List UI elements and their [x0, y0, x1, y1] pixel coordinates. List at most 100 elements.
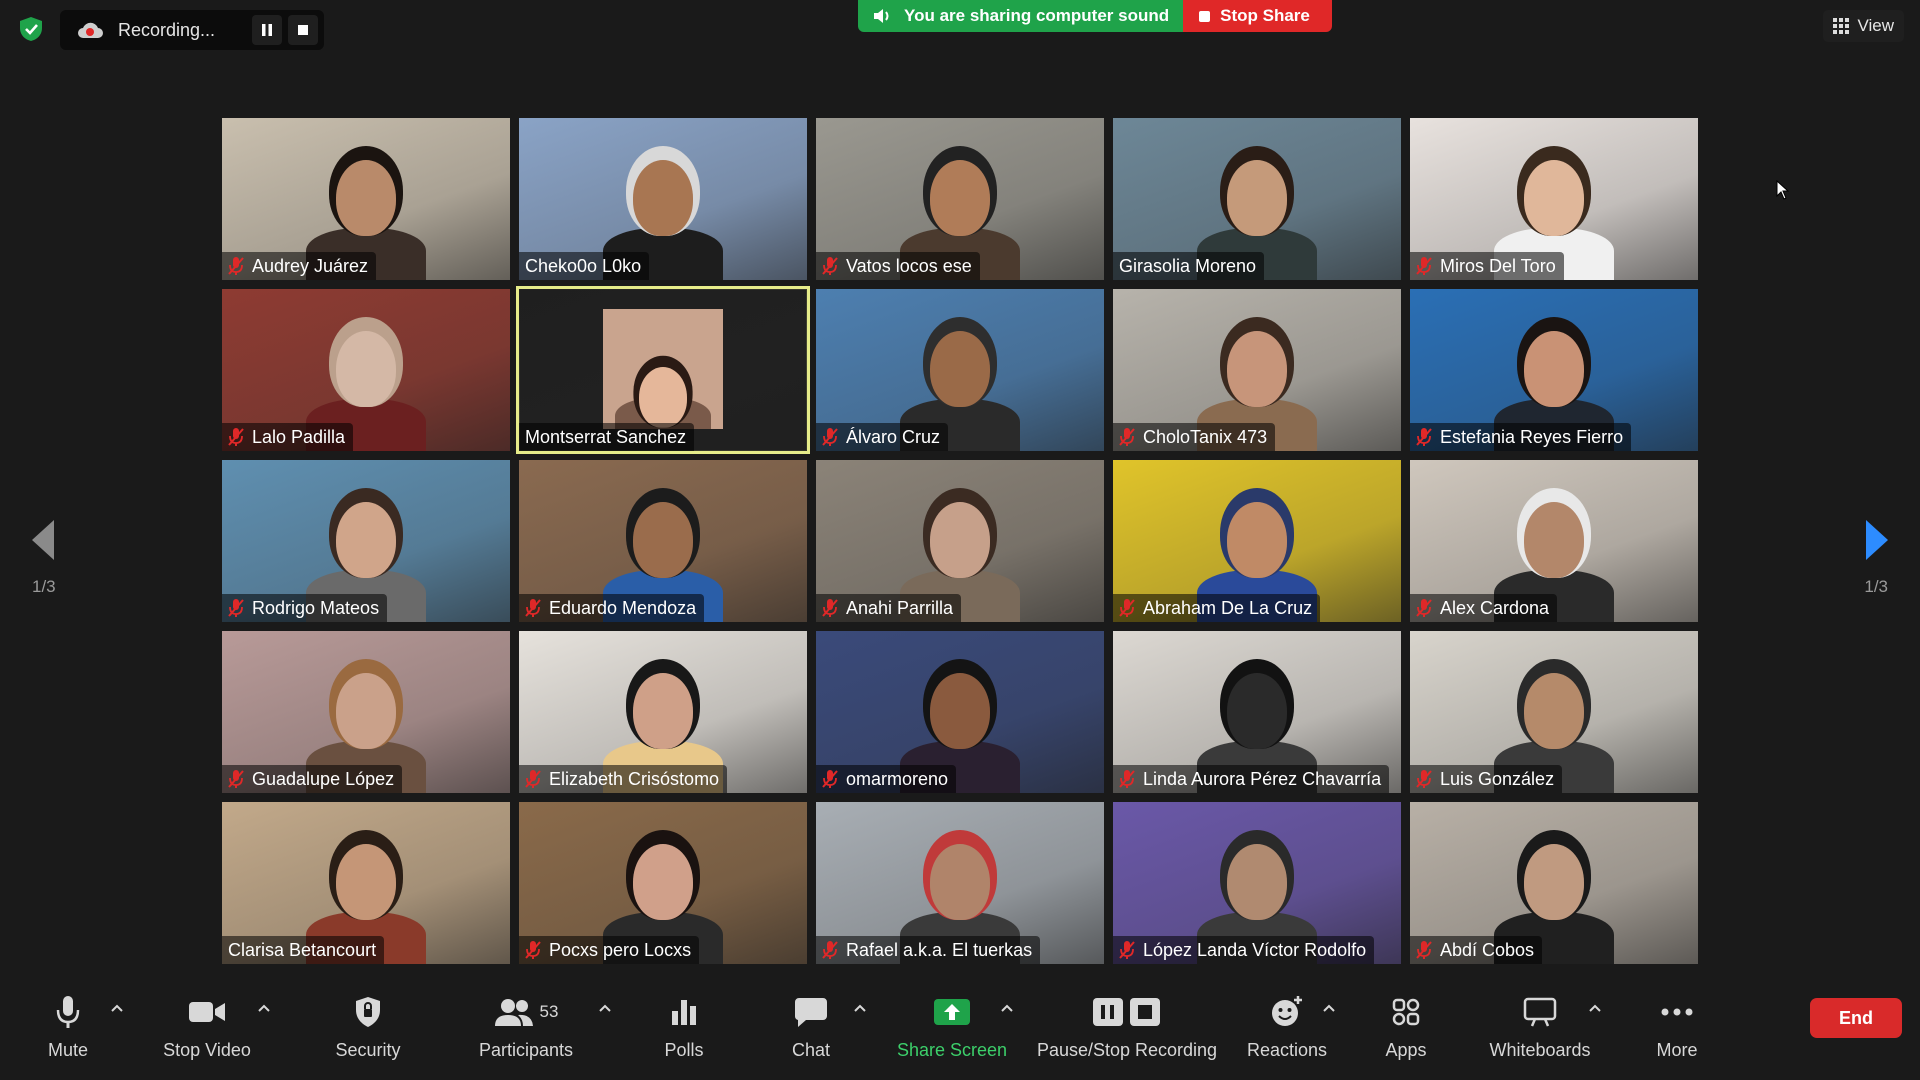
participant-tile[interactable]: Abdí Cobos — [1410, 802, 1698, 964]
pause-stop-recording-label: Pause/Stop Recording — [1036, 1040, 1218, 1060]
participant-name-tag: Pocxs pero Locxs — [519, 936, 700, 964]
share-options-caret-icon[interactable] — [999, 1002, 1015, 1014]
stop-icon — [298, 25, 308, 35]
more-button[interactable]: More — [1597, 990, 1757, 1061]
muted-microphone-icon — [1416, 941, 1432, 959]
participant-name-tag: Eduardo Mendoza — [519, 594, 705, 622]
muted-microphone-icon — [1119, 428, 1135, 446]
participant-tile[interactable]: Pocxs pero Locxs — [519, 802, 807, 964]
mute-button[interactable]: Mute — [0, 990, 148, 1061]
muted-microphone-icon — [822, 599, 838, 617]
muted-microphone-icon — [1119, 770, 1135, 788]
participant-name: Linda Aurora Pérez Chavarría — [1143, 768, 1382, 789]
stop-recording-button[interactable] — [288, 15, 318, 45]
more-label: More — [1656, 1040, 1698, 1060]
participant-tile[interactable]: Luis González — [1410, 631, 1698, 793]
participant-tile[interactable]: Álvaro Cruz — [816, 289, 1104, 451]
participant-tile[interactable]: Guadalupe López — [222, 631, 510, 793]
participant-tile[interactable]: omarmoreno — [816, 631, 1104, 793]
end-meeting-button[interactable]: End — [1810, 998, 1902, 1038]
participant-face — [336, 331, 396, 407]
whiteboard-icon — [1523, 997, 1557, 1027]
chat-label: Chat — [791, 1040, 831, 1060]
recording-label: Recording... — [118, 19, 216, 40]
security-button[interactable]: Security — [288, 990, 448, 1061]
muted-microphone-icon — [525, 941, 541, 959]
participant-tile[interactable]: Linda Aurora Pérez Chavarría — [1113, 631, 1401, 793]
next-page-arrow-icon[interactable] — [1862, 518, 1892, 562]
video-camera-icon — [189, 1002, 225, 1022]
participant-tile[interactable]: López Landa Víctor Rodolfo — [1113, 802, 1401, 964]
participant-tile[interactable]: Miros Del Toro — [1410, 118, 1698, 280]
participant-tile[interactable]: Anahi Parrilla — [816, 460, 1104, 622]
participant-name-tag: Vatos locos ese — [816, 252, 980, 280]
participant-face — [1227, 160, 1287, 236]
participant-name: Audrey Juárez — [252, 255, 369, 276]
participant-face — [633, 844, 693, 920]
chat-button[interactable]: Chat — [731, 990, 891, 1061]
pause-recording-button[interactable] — [252, 15, 282, 45]
participant-tile[interactable]: Elizabeth Crisóstomo — [519, 631, 807, 793]
participant-name-tag: Elizabeth Crisóstomo — [519, 765, 728, 793]
participant-name: Miros Del Toro — [1440, 255, 1556, 276]
participant-name-tag: Anahi Parrilla — [816, 594, 962, 622]
participant-tile[interactable]: Alex Cardona — [1410, 460, 1698, 622]
participant-face — [336, 673, 396, 749]
participant-face — [336, 502, 396, 578]
self-video-thumbnail — [603, 309, 723, 429]
share-screen-button[interactable]: Share Screen — [872, 990, 1032, 1061]
view-button[interactable]: View — [1823, 10, 1904, 42]
stop-share-label: Stop Share — [1220, 6, 1310, 25]
muted-microphone-icon — [1416, 428, 1432, 446]
muted-microphone-icon — [228, 428, 244, 446]
video-options-caret-icon[interactable] — [256, 1002, 272, 1014]
participant-tile[interactable]: Rafael a.k.a. El tuerkas — [816, 802, 1104, 964]
stop-square-icon — [1199, 10, 1211, 22]
participant-tile[interactable]: Estefania Reyes Fierro — [1410, 289, 1698, 451]
participant-face — [1227, 331, 1287, 407]
participant-tile[interactable]: Clarisa Betancourt — [222, 802, 510, 964]
participant-tile[interactable]: Girasolia Moreno — [1113, 118, 1401, 280]
reactions-label: Reactions — [1246, 1040, 1328, 1060]
participant-tile[interactable]: Vatos locos ese — [816, 118, 1104, 280]
participant-tile[interactable]: Montserrat Sanchez — [516, 286, 810, 454]
bar-chart-icon — [672, 1000, 696, 1025]
whiteboards-button[interactable]: Whiteboards — [1460, 990, 1620, 1061]
participant-tile[interactable]: Audrey Juárez — [222, 118, 510, 280]
participant-name-tag: Alex Cardona — [1410, 594, 1558, 622]
participant-name: Girasolia Moreno — [1119, 255, 1257, 276]
participant-name: Vatos locos ese — [846, 255, 972, 276]
participant-face — [1524, 160, 1584, 236]
muted-microphone-icon — [228, 770, 244, 788]
participant-tile[interactable]: Abraham De La Cruz — [1113, 460, 1401, 622]
participant-name: Abraham De La Cruz — [1143, 597, 1313, 618]
muted-microphone-icon — [822, 941, 838, 959]
sharing-banner: You are sharing computer sound Stop Shar… — [858, 0, 1332, 32]
participant-name: Elizabeth Crisóstomo — [549, 768, 720, 789]
participant-name-tag: Lalo Padilla — [222, 423, 354, 451]
participant-name: Clarisa Betancourt — [228, 939, 377, 960]
participant-face — [930, 160, 990, 236]
audio-options-caret-icon[interactable] — [109, 1002, 125, 1014]
participant-tile[interactable]: Lalo Padilla — [222, 289, 510, 451]
participant-tile[interactable]: CholoTanix 473 — [1113, 289, 1401, 451]
muted-microphone-icon — [1416, 599, 1432, 617]
participants-button[interactable]: 53 Participants — [446, 990, 606, 1061]
participant-name: Abdí Cobos — [1440, 939, 1535, 960]
security-shield-icon[interactable] — [18, 16, 44, 42]
participant-tile[interactable]: Eduardo Mendoza — [519, 460, 807, 622]
participant-name-tag: Abdí Cobos — [1410, 936, 1543, 964]
stop-share-button[interactable]: Stop Share — [1183, 0, 1332, 32]
participant-tile[interactable]: Cheko0o L0ko — [519, 118, 807, 280]
microphone-icon — [56, 996, 80, 1028]
meeting-toolbar: Mute Stop Video Security 53 Participants… — [0, 980, 1920, 1080]
chat-options-caret-icon[interactable] — [852, 1002, 868, 1014]
participant-tile[interactable]: Rodrigo Mateos — [222, 460, 510, 622]
previous-page-arrow-icon[interactable] — [28, 518, 58, 562]
participant-name: Luis González — [1440, 768, 1555, 789]
participant-name-tag: CholoTanix 473 — [1113, 423, 1276, 451]
stop-video-button[interactable]: Stop Video — [127, 990, 287, 1061]
participant-name-tag: Audrey Juárez — [222, 252, 377, 280]
pause-stop-recording-button[interactable]: Pause/Stop Recording — [1027, 990, 1227, 1061]
participant-name: Eduardo Mendoza — [549, 597, 697, 618]
